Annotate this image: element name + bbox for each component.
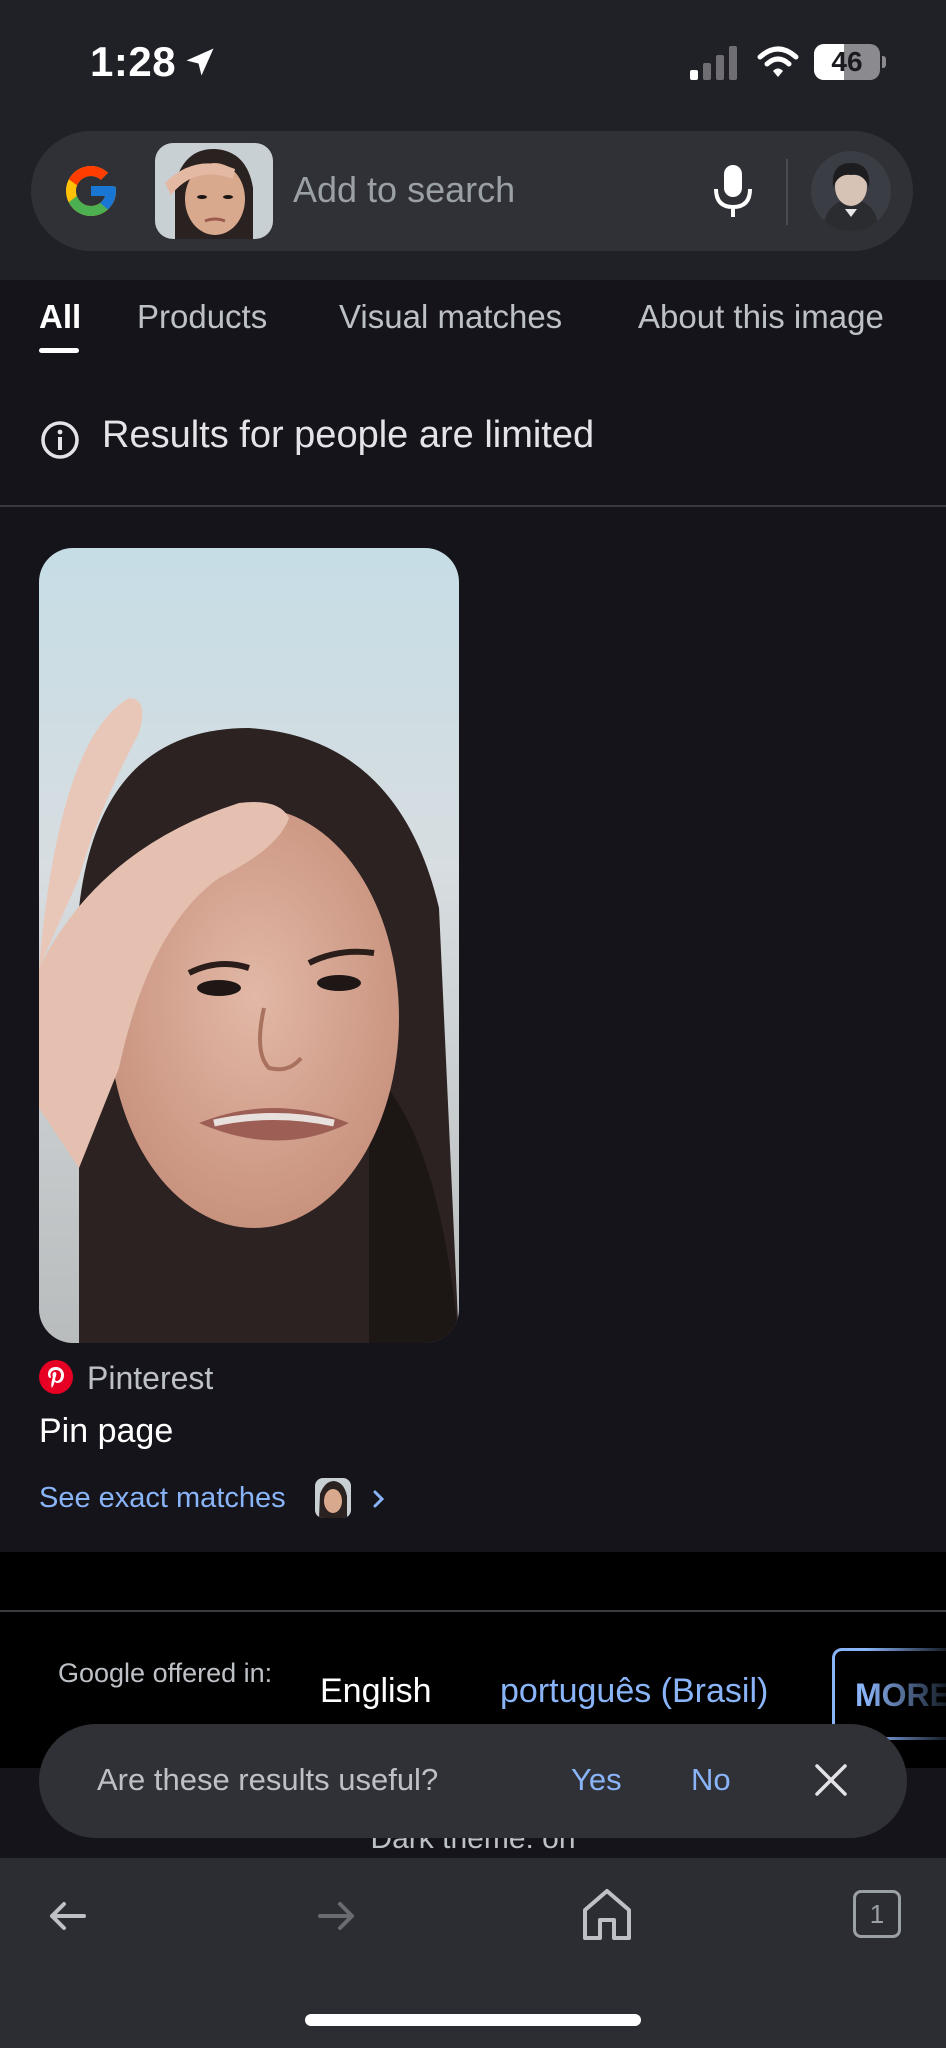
- result-image[interactable]: [39, 548, 459, 1343]
- close-icon[interactable]: [811, 1760, 851, 1800]
- tab-bar: All Products Visual matches About this i…: [0, 280, 946, 360]
- google-logo-icon[interactable]: [61, 161, 121, 221]
- home-icon[interactable]: [580, 1886, 634, 1942]
- chevron-right-icon: [373, 1490, 385, 1508]
- wifi-icon: [757, 46, 799, 77]
- feedback-toast: Are these results useful? Yes No: [39, 1724, 907, 1838]
- language-option-portuguese[interactable]: português (Brasil): [500, 1672, 768, 1711]
- home-indicator: [305, 2014, 641, 2026]
- tab-active-indicator: [39, 348, 79, 353]
- tab-visual-matches[interactable]: Visual matches: [339, 298, 562, 336]
- exact-matches-thumbnail: [315, 1478, 351, 1518]
- result-title[interactable]: Pin page: [39, 1412, 173, 1451]
- cellular-signal-icon: [690, 46, 737, 80]
- divider: [0, 505, 946, 507]
- search-input[interactable]: Add to search: [293, 169, 515, 211]
- info-icon: [41, 421, 79, 459]
- feedback-question: Are these results useful?: [97, 1762, 439, 1797]
- search-image-thumbnail[interactable]: [155, 143, 273, 239]
- location-arrow-icon: [186, 48, 214, 76]
- tab-about-this-image[interactable]: About this image: [638, 298, 884, 336]
- pinterest-icon: [39, 1360, 73, 1394]
- language-option-english[interactable]: English: [320, 1672, 432, 1711]
- search-divider: [786, 159, 788, 225]
- battery-indicator: 46: [814, 44, 886, 80]
- results-notice[interactable]: Results for people are limited: [0, 380, 946, 506]
- exact-matches-label: See exact matches: [39, 1482, 286, 1514]
- back-arrow-icon[interactable]: [44, 1892, 92, 1940]
- header: Add to search: [0, 120, 946, 280]
- language-offered-label: Google offered in:: [58, 1658, 273, 1688]
- section-gap: [0, 1552, 946, 1612]
- feedback-yes-button[interactable]: Yes: [571, 1762, 622, 1798]
- feedback-no-button[interactable]: No: [691, 1762, 731, 1798]
- tab-all[interactable]: All: [39, 298, 81, 336]
- tabs-icon[interactable]: 1: [853, 1890, 901, 1938]
- notice-text: Results for people are limited: [102, 414, 595, 456]
- tab-products[interactable]: Products: [137, 298, 267, 336]
- battery-percent: 46: [831, 46, 863, 77]
- microphone-icon[interactable]: [711, 165, 755, 217]
- search-bar[interactable]: Add to search: [31, 131, 913, 251]
- status-time: 1:28: [90, 38, 177, 85]
- status-bar: 1:28 46: [0, 0, 946, 120]
- result-source-name: Pinterest: [87, 1360, 214, 1396]
- avatar[interactable]: [811, 151, 891, 231]
- forward-arrow-icon[interactable]: [312, 1892, 360, 1940]
